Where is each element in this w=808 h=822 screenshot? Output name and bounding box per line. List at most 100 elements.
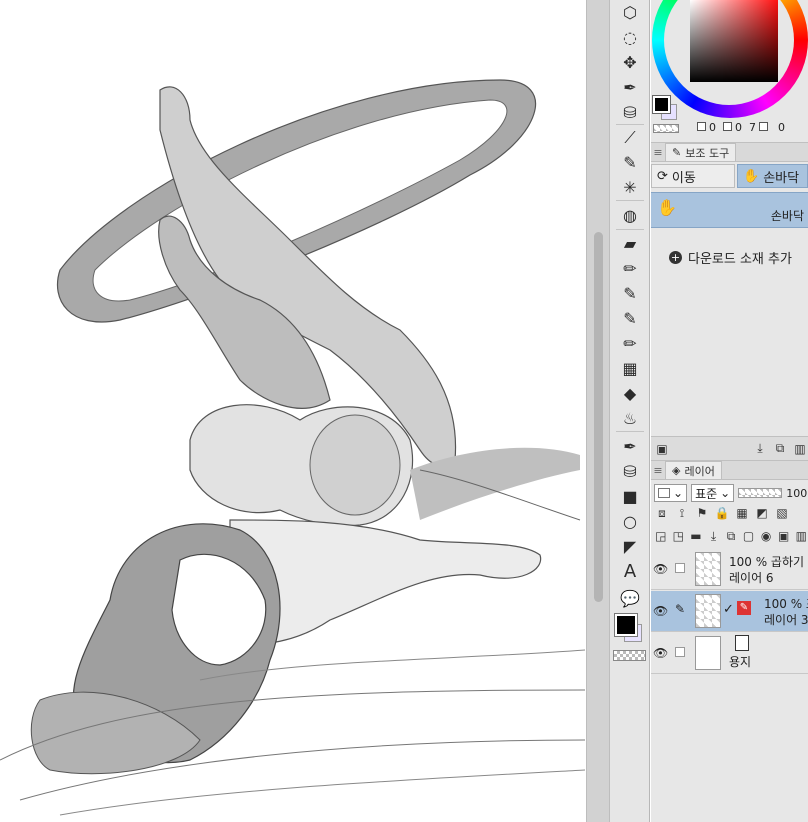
layer-name: 레이어 6 [729,571,774,585]
layer-row[interactable]: 👁 100 % 곱하기 레이어 6 [651,549,808,590]
plus-icon: + [669,251,682,264]
canvas-vertical-scrollbar[interactable] [586,0,610,822]
layer-lock-checkbox[interactable] [675,563,685,573]
scrollbar-thumb[interactable] [594,232,603,602]
dropper-bucket-icon[interactable]: ⛁ [618,102,642,124]
circle-icon[interactable]: ○ [618,511,642,533]
move-icon[interactable]: ✥ [618,52,642,74]
lock-icon[interactable]: 🔒 [714,505,730,521]
eye-icon[interactable]: 👁 [653,604,668,618]
layer-thumbnail [695,636,721,670]
hsv-readout: 0 0 7 0 [697,121,785,134]
layer-color-select[interactable]: ⌄ [654,484,688,502]
new-folder-icon[interactable]: ▬ [689,528,703,544]
move-rotate-icon: ⟳ [657,168,668,184]
object-icon[interactable]: ⬡ [618,2,642,24]
hand-icon: ✋ [743,168,760,184]
download-icon[interactable]: ⤓ [752,441,768,457]
brush-icon[interactable]: ✎ [618,152,642,174]
eraser-icon[interactable]: ▰ [618,233,642,255]
layer-action-toolbar: ◲ ◳ ▬ ⤓ ⧉ ▢ ◉ ▣ ▥ [651,524,808,548]
reference-icon[interactable]: ⟟ [674,505,690,521]
layer-thumbnail [695,594,721,628]
pencil-icon[interactable]: ✏ [618,258,642,280]
clip-icon[interactable]: ⧈ [654,505,670,521]
mask-icon[interactable]: ◩ [754,505,770,521]
tab-subtool[interactable]: ✎ 보조 도구 [665,143,737,161]
eyedropper-icon[interactable]: ⟋ [618,127,642,149]
duplicate-icon[interactable]: ⧉ [772,441,788,457]
calligraphy-icon[interactable]: ✎ [618,308,642,330]
lock-transparency-icon[interactable]: ▦ [734,505,750,521]
subtool-settings-icon[interactable]: ▣ [654,441,670,457]
blend-icon[interactable]: ♨ [618,408,642,430]
pen-icon[interactable]: ✒ [618,77,642,99]
eye-icon[interactable]: 👁 [653,646,668,660]
opacity-slider[interactable] [738,488,783,498]
layer-opacity-blend: 100 % 표 [764,597,808,611]
draft-icon[interactable]: ▧ [774,505,790,521]
layer-lock-checkbox[interactable] [675,647,685,657]
main-color-swatch[interactable] [614,613,638,637]
check-icon: ✓ [723,602,734,617]
sparkle-icon[interactable]: ✳ [618,177,642,199]
add-download-material-button[interactable]: + 다운로드 소재 추가 [669,248,792,267]
layer-opacity-blend: 100 % 곱하기 [729,555,805,569]
tab-layer[interactable]: ◈ 레이어 [665,461,722,479]
sketch-illustration [0,79,586,816]
copy-layer-icon[interactable]: ▢ [742,528,756,544]
ruler-icon[interactable]: ◤ [618,536,642,558]
airbrush-icon[interactable]: ◍ [618,205,642,227]
move-subtool-button[interactable]: ⟳ 이동 [651,164,735,188]
add-material-label: 다운로드 소재 추가 [688,252,792,267]
subtool-item-label: 손바닥 [770,209,804,223]
opacity-value[interactable]: 100 [786,487,807,500]
frame-icon[interactable]: ▦ [618,358,642,380]
panel-grip-icon[interactable]: ≡ [651,146,665,159]
layer-tab-label: 레이어 [684,464,715,478]
drawing-canvas[interactable] [0,0,586,822]
ruler-link-icon[interactable]: ⚑ [694,505,710,521]
new-vector-layer-icon[interactable]: ◳ [672,528,686,544]
hsv-value-s: 0 [735,121,742,134]
transparent-color-mini[interactable] [653,124,679,133]
layer-mask-icon[interactable]: ◉ [759,528,773,544]
marker-icon[interactable]: ✎ [618,283,642,305]
main-color-mini[interactable] [652,95,671,114]
layer-thumbnail [695,552,721,586]
subtool-group-row: ⟳ 이동 ✋ 손바닥 [651,164,808,190]
layer-name: 레이어 3 [764,613,808,627]
blend-mode-value: 표준 [695,486,718,501]
eye-icon[interactable]: 👁 [653,562,668,576]
saturation-value-square[interactable] [690,0,778,82]
merge-icon[interactable]: ⧉ [724,528,738,544]
panel-grip-icon[interactable]: ≡ [651,464,665,477]
delete-layer-icon[interactable]: ▥ [795,528,808,544]
fill-bucket-icon[interactable]: ◆ [618,383,642,405]
dropper-fill-icon[interactable]: ⛁ [618,461,642,483]
transparent-color-swatch[interactable] [613,650,646,661]
lasso-icon[interactable]: ◌ [618,27,642,49]
subtool-item-selected[interactable]: ✋ 손바닥 [651,192,808,228]
trash-icon[interactable]: ▥ [792,441,808,457]
hand-subtool-button[interactable]: ✋ 손바닥 [737,164,808,188]
pen-nib-icon[interactable]: ✒ [618,436,642,458]
transfer-down-icon[interactable]: ⤓ [707,528,721,544]
gradient-icon[interactable]: ■ [618,486,642,508]
subtool-tab-icon: ✎ [672,146,682,159]
new-raster-layer-icon[interactable]: ◲ [654,528,668,544]
apply-mask-icon[interactable]: ▣ [777,528,791,544]
layer-row-paper[interactable]: 👁 용지 [651,633,808,674]
text-icon[interactable]: A [618,561,642,583]
color-wheel-panel: 0 0 7 0 [651,0,808,138]
right-panel: 0 0 7 0 ≡ ✎ 보조 도구 ⟳ 이동 ✋ 손바닥 ✋ 손바닥 + 다운로… [651,0,808,822]
tool-palette: ⬡ ◌ ✥ ✒ ⛁ ⟋ ✎ ✳ ◍ ▰ ✏ ✎ ✎ ✏ ▦ ◆ ♨ ✒ ⛁ ■ … [610,0,650,822]
hand-subtool-label: 손바닥 [763,170,800,186]
pencil-alt-icon[interactable]: ✏ [618,333,642,355]
blend-mode-select[interactable]: 표준 ⌄ [691,484,735,502]
hand-icon: ✋ [657,198,677,217]
layer-row-selected[interactable]: 👁 ✎ ✓ ✎ 100 % 표 레이어 3 [651,591,808,632]
layer-name: 용지 [729,655,752,669]
balloon-icon[interactable]: 💬 [618,588,642,610]
layer-panel-header: ≡ ◈ 레이어 [651,460,808,480]
